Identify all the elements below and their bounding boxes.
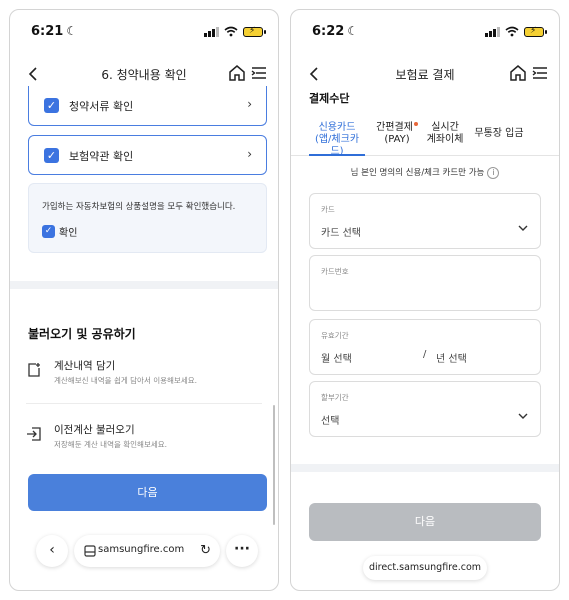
share-section-title: 불러오기 및 공유하기 — [28, 327, 136, 341]
installment-select-field[interactable]: 할부기간 선택 — [309, 381, 541, 437]
payment-method-title: 결제수단 — [309, 92, 350, 105]
checkbox-checked-icon[interactable]: ✓ — [44, 98, 59, 113]
browser-toolbar: ‹ samsungfire.com ↻ ··· — [10, 525, 278, 575]
expiry-month-select[interactable]: 월 선택 — [321, 350, 352, 365]
load-calculation-row[interactable]: 이전계산 불러오기 저장해둔 계산 내역을 확인해보세요. — [26, 420, 262, 464]
status-icons: ⚡ — [485, 26, 547, 37]
left-phone-screen: 6:21 ☾ ⚡ 6. 청약내용 확인 ✓ 청약서류 확인 › ✓ 보험약관 확인… — [9, 9, 279, 591]
payment-tabs: 신용카드 (앱/체크카드) 간편결제 (PAY) 실시간 계좌이체 무통장 입금 — [291, 120, 559, 158]
tab-bank-deposit[interactable]: 무통장 입금 — [472, 128, 526, 140]
right-phone-screen: 6:22 ☾ ⚡ 보험료 결제 결제수단 신용카드 (앱/체크카드) 간편결제 (… — [290, 9, 560, 591]
status-bar: 6:22 ☾ ⚡ — [291, 10, 559, 50]
signal-icon — [204, 26, 219, 37]
expiry-separator: / — [423, 349, 427, 360]
card-number-field[interactable]: 카드번호 — [309, 255, 541, 311]
moon-icon: ☾ — [347, 24, 359, 38]
chevron-down-icon — [518, 413, 528, 419]
confirm-checkbox-label: 확인 — [59, 228, 78, 239]
check-card-label: 보험약관 확인 — [69, 150, 134, 163]
import-icon — [27, 427, 41, 441]
action-title: 이전계산 불러오기 — [54, 424, 135, 436]
menu-icon[interactable] — [531, 64, 549, 82]
field-label: 카드번호 — [321, 267, 349, 276]
chevron-right-icon: › — [247, 97, 252, 111]
tab-label: 무통장 입금 — [474, 128, 524, 139]
action-title: 계산내역 담기 — [54, 360, 116, 372]
signal-icon — [485, 26, 500, 37]
check-card-documents[interactable]: ✓ 청약서류 확인 › — [28, 86, 267, 126]
tab-easy-pay[interactable]: 간편결제 (PAY) — [375, 122, 419, 146]
status-time: 6:22 ☾ — [312, 24, 359, 39]
tab-credit-card[interactable]: 신용카드 (앱/체크카드) — [309, 122, 365, 158]
row-separator — [26, 403, 262, 404]
chevron-down-icon — [518, 225, 528, 231]
reload-icon[interactable]: ↻ — [200, 543, 211, 558]
tab-label: 간편결제 — [376, 122, 413, 133]
next-button-disabled[interactable]: 다음 — [309, 503, 541, 541]
status-time: 6:21 ☾ — [31, 24, 78, 39]
action-desc: 저장해둔 계산 내역을 확인해보세요. — [54, 440, 168, 449]
checkbox-checked-icon[interactable]: ✓ — [42, 225, 55, 238]
chevron-right-icon: › — [247, 147, 252, 161]
tabs-icon[interactable] — [84, 545, 96, 557]
status-bar: 6:21 ☾ ⚡ — [10, 10, 278, 50]
field-label: 카드 — [321, 205, 335, 214]
tab-label: 신용카드 — [318, 122, 356, 133]
confirm-checkbox[interactable]: ✓ 확인 — [42, 224, 77, 239]
info-icon[interactable]: i — [487, 166, 500, 179]
more-options-icon[interactable]: ··· — [226, 535, 258, 567]
status-icons: ⚡ — [204, 26, 266, 37]
new-badge-dot — [413, 122, 418, 126]
wifi-icon — [224, 26, 238, 37]
home-icon[interactable] — [228, 64, 246, 82]
save-note-icon — [28, 363, 40, 377]
next-button[interactable]: 다음 — [28, 474, 267, 511]
card-notice: 님 본인 명의의 신용/체크 카드만 가능 i — [291, 166, 559, 179]
tab-realtime-transfer[interactable]: 실시간 계좌이체 — [425, 122, 465, 146]
tab-label: 실시간 — [431, 122, 459, 133]
action-desc: 계산해보신 내역을 쉽게 담아서 이용해보세요. — [54, 376, 198, 385]
moon-icon: ☾ — [66, 24, 78, 38]
expiry-field[interactable]: 유효기간 월 선택 / 년 선택 — [309, 319, 541, 375]
active-tab-indicator — [309, 154, 365, 156]
scrollbar[interactable] — [273, 405, 275, 525]
section-divider — [10, 281, 278, 289]
battery-icon: ⚡ — [524, 26, 547, 37]
browser-back-button[interactable]: ‹ — [36, 535, 68, 567]
home-icon[interactable] — [509, 64, 527, 82]
confirm-text: 가입하는 자동차보험의 상품설명을 모두 확인했습니다. — [42, 202, 236, 212]
top-nav: 보험료 결제 — [291, 54, 559, 94]
tab-sublabel: 계좌이체 — [426, 134, 464, 145]
address-bar[interactable]: samsungfire.com ↻ — [74, 535, 220, 567]
field-label: 유효기간 — [321, 331, 349, 340]
check-card-terms[interactable]: ✓ 보험약관 확인 › — [28, 135, 267, 175]
url-text: samsungfire.com — [98, 544, 185, 555]
save-calculation-row[interactable]: 계산내역 담기 계산해보신 내역을 쉽게 담아서 이용해보세요. — [26, 356, 262, 400]
menu-icon[interactable] — [250, 64, 268, 82]
section-divider — [291, 464, 559, 472]
field-value: 선택 — [321, 416, 340, 427]
wifi-icon — [505, 26, 519, 37]
field-value: 카드 선택 — [321, 228, 361, 239]
domain-indicator[interactable]: direct.samsungfire.com — [363, 556, 487, 580]
check-card-label: 청약서류 확인 — [69, 100, 134, 113]
battery-icon: ⚡ — [243, 26, 266, 37]
field-label: 할부기간 — [321, 393, 349, 402]
expiry-year-select[interactable]: 년 선택 — [436, 350, 467, 365]
checkbox-checked-icon[interactable]: ✓ — [44, 148, 59, 163]
card-notice-text: 님 본인 명의의 신용/체크 카드만 가능 — [350, 168, 485, 178]
confirm-box: 가입하는 자동차보험의 상품설명을 모두 확인했습니다. ✓ 확인 — [28, 183, 267, 253]
tab-sublabel: (PAY) — [384, 134, 410, 145]
card-select-field[interactable]: 카드 카드 선택 — [309, 193, 541, 249]
